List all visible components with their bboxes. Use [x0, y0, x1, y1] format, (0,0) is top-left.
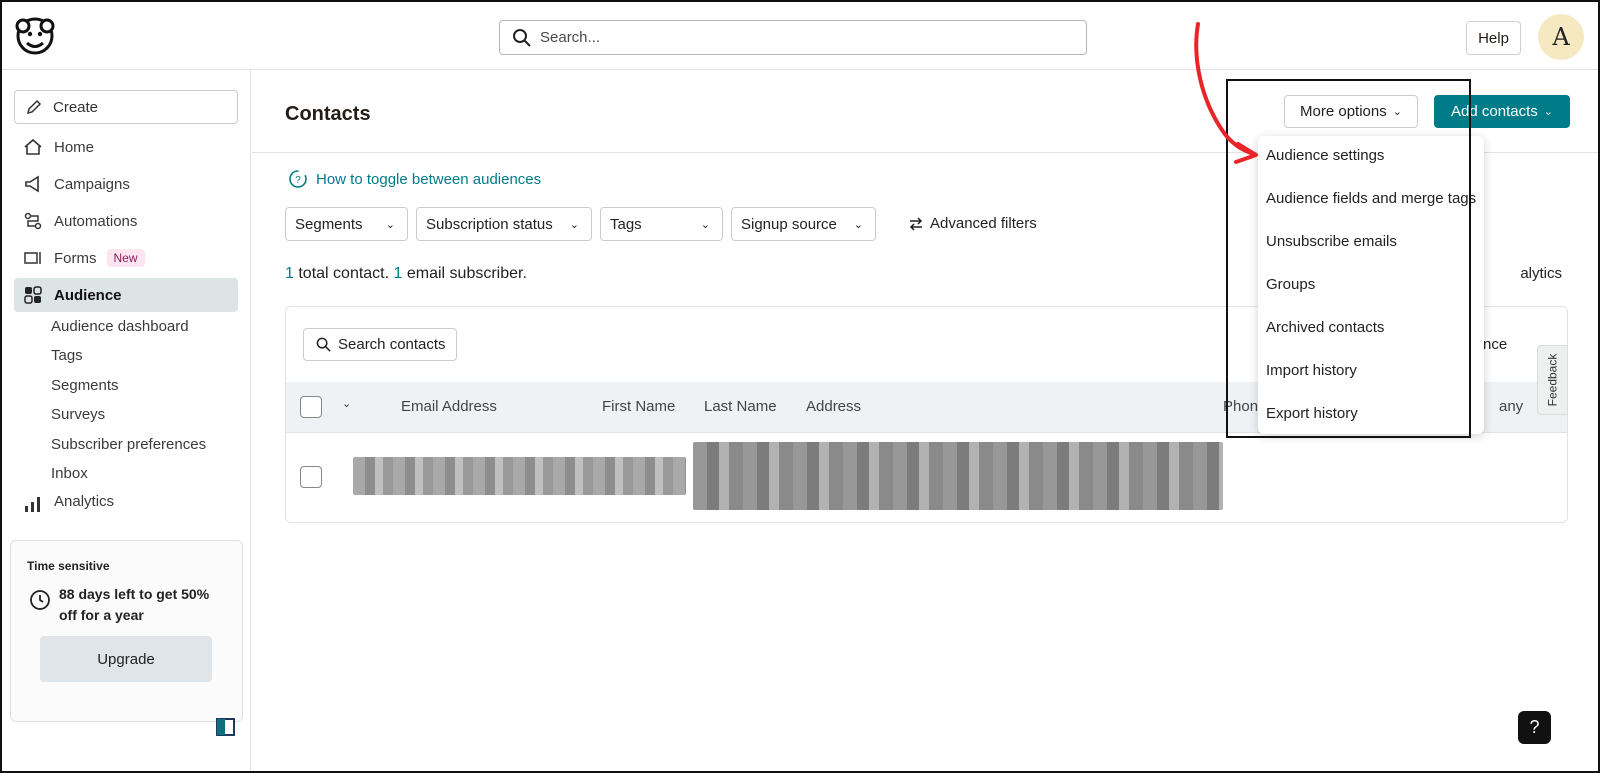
- search-icon: [316, 337, 331, 352]
- toggle-audiences-link[interactable]: ? How to toggle between audiences: [288, 169, 541, 189]
- filter-label: Subscription status: [426, 215, 553, 233]
- chevron-down-icon: ⌄: [385, 218, 395, 231]
- avatar[interactable]: A: [1538, 14, 1584, 60]
- chevron-down-icon: ⌄: [700, 218, 710, 231]
- filter-label: Signup source: [741, 215, 837, 233]
- sidebar-item-campaigns[interactable]: Campaigns: [14, 167, 238, 201]
- partial-control-label[interactable]: nce: [1483, 336, 1507, 353]
- column-header[interactable]: Last Name: [704, 398, 777, 415]
- advanced-filters-button[interactable]: Advanced filters: [908, 215, 1037, 232]
- automation-icon: [22, 210, 44, 232]
- row-checkbox[interactable]: [300, 466, 322, 488]
- filter-label: Segments: [295, 215, 363, 233]
- sidebar-item-label: Forms: [54, 249, 97, 267]
- sidebar-collapse-icon[interactable]: [216, 718, 235, 736]
- audience-icon: [22, 284, 44, 306]
- sidebar-item-forms[interactable]: Forms New: [14, 241, 238, 275]
- sidebar-item-analytics[interactable]: Analytics: [14, 490, 238, 512]
- subnav-segments[interactable]: Segments: [51, 377, 119, 394]
- redacted-details: [693, 442, 1223, 510]
- subnav-inbox[interactable]: Inbox: [51, 465, 88, 482]
- sidebar-item-label: Automations: [54, 212, 138, 230]
- chevron-down-icon: ⌄: [853, 218, 863, 231]
- help-button[interactable]: Help: [1466, 21, 1521, 55]
- sidebar-item-label: Analytics: [54, 493, 115, 510]
- search-contacts-placeholder: Search contacts: [338, 336, 446, 353]
- table-row[interactable]: [286, 432, 1567, 522]
- column-header[interactable]: Address: [806, 398, 861, 415]
- tags-filter[interactable]: Tags ⌄: [600, 207, 723, 241]
- bar-chart-icon: [22, 493, 44, 512]
- annotation-arrow-icon: [1194, 22, 1258, 164]
- sidebar-item-automations[interactable]: Automations: [14, 204, 238, 238]
- upgrade-button[interactable]: Upgrade: [40, 636, 212, 682]
- create-button[interactable]: Create: [14, 90, 238, 124]
- mailchimp-logo-icon[interactable]: [14, 14, 56, 58]
- help-chat-button[interactable]: ?: [1518, 711, 1551, 744]
- subnav-surveys[interactable]: Surveys: [51, 406, 105, 423]
- subscription-status-filter[interactable]: Subscription status ⌄: [416, 207, 592, 241]
- summary-text: email subscriber.: [402, 265, 527, 282]
- subnav-tags[interactable]: Tags: [51, 347, 83, 364]
- advanced-filters-label: Advanced filters: [930, 215, 1037, 232]
- subnav-audience-dashboard[interactable]: Audience dashboard: [51, 318, 189, 335]
- promo-card: Time sensitive 88 days left to get 50% o…: [10, 540, 243, 722]
- search-placeholder: Search...: [540, 29, 601, 46]
- feedback-tab[interactable]: Feedback: [1537, 345, 1568, 415]
- sidebar: Create Home Campaigns Automations Forms …: [2, 70, 251, 771]
- contacts-count: 1: [285, 265, 294, 282]
- search-icon: [513, 28, 531, 47]
- sidebar-item-audience[interactable]: Audience: [14, 278, 238, 312]
- sidebar-item-label: Home: [54, 138, 95, 156]
- signup-source-filter[interactable]: Signup source ⌄: [731, 207, 876, 241]
- column-header[interactable]: any: [1499, 398, 1523, 415]
- chevron-down-icon: ⌄: [1543, 106, 1553, 118]
- sidebar-item-home[interactable]: Home: [14, 130, 238, 164]
- chevron-down-icon: ⌄: [569, 218, 579, 231]
- promo-tag: Time sensitive: [27, 559, 110, 573]
- search-contacts-input[interactable]: Search contacts: [303, 328, 457, 361]
- top-bar: Search... Help A: [2, 2, 1598, 70]
- segments-filter[interactable]: Segments ⌄: [285, 207, 408, 241]
- help-sparkle-icon: ?: [289, 170, 307, 188]
- subnav-subscriber-preferences[interactable]: Subscriber preferences: [51, 436, 206, 453]
- redacted-email: [353, 457, 686, 495]
- analytics-link[interactable]: alytics: [1512, 265, 1562, 282]
- global-search-input[interactable]: Search...: [499, 20, 1087, 55]
- page-title: Contacts: [285, 103, 371, 125]
- select-all-checkbox[interactable]: [300, 396, 322, 418]
- create-label: Create: [53, 98, 99, 116]
- svg-text:?: ?: [295, 175, 301, 186]
- filter-label: Tags: [610, 215, 642, 233]
- app-window: Search... Help A Create Home Campaigns A…: [0, 0, 1600, 773]
- contacts-summary: 1 total contact. 1 email subscriber.: [285, 265, 527, 283]
- megaphone-icon: [22, 173, 44, 195]
- pencil-icon: [26, 99, 42, 115]
- sidebar-item-label: Audience: [54, 286, 122, 304]
- sidebar-item-label: Campaigns: [54, 175, 130, 193]
- chevron-down-icon[interactable]: ⌄: [342, 397, 351, 410]
- feedback-label: Feedback: [1545, 353, 1560, 407]
- home-icon: [22, 136, 44, 158]
- clock-icon: [30, 590, 50, 610]
- column-header[interactable]: Email Address: [401, 398, 497, 415]
- swap-arrows-icon: [909, 216, 923, 231]
- summary-text: total contact.: [293, 265, 394, 282]
- form-icon: [22, 247, 44, 269]
- promo-text: 88 days left to get 50% off for a year: [59, 586, 210, 623]
- toggle-link-text: How to toggle between audiences: [316, 170, 542, 188]
- new-badge: New: [106, 249, 145, 267]
- column-header[interactable]: First Name: [602, 398, 675, 415]
